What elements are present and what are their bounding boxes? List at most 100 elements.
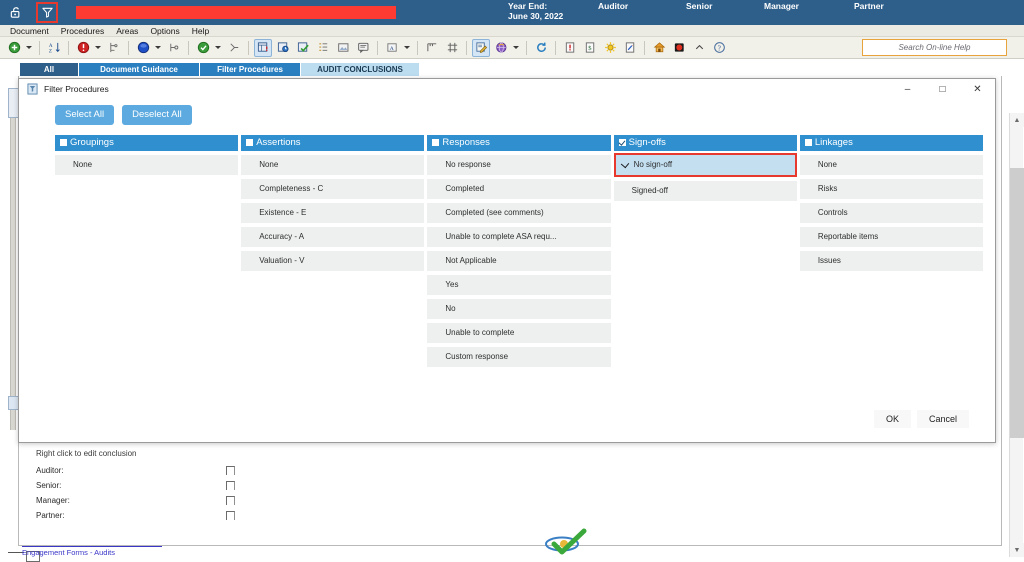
image-insert-icon[interactable] xyxy=(334,39,352,57)
add-new-dropdown-icon[interactable] xyxy=(24,39,33,57)
assertions-header-checkbox[interactable] xyxy=(246,139,253,146)
tab-audit-conclusions[interactable]: AUDIT CONCLUSIONS xyxy=(301,63,419,76)
conclusion-checkbox-partner[interactable] xyxy=(226,511,235,520)
help-question-icon[interactable]: ? xyxy=(710,39,728,57)
alert-error-icon[interactable] xyxy=(74,39,92,57)
tab-filter-procedures[interactable]: Filter Procedures xyxy=(200,63,300,76)
deselect-all-button[interactable]: Deselect All xyxy=(122,105,192,125)
scrollbar-thumb[interactable] xyxy=(1010,168,1024,438)
scroll-up-arrow-icon[interactable]: ▲ xyxy=(1010,113,1024,127)
approve-dropdown-icon[interactable] xyxy=(213,39,222,57)
option-linkages-controls[interactable]: Controls xyxy=(800,203,983,223)
vertical-scrollbar[interactable]: ▲ ▼ xyxy=(1009,113,1023,557)
banner-senior: Senior xyxy=(686,1,764,11)
dialog-maximize-button[interactable]: □ xyxy=(925,79,960,99)
tab-document-guidance[interactable]: Document Guidance xyxy=(79,63,199,76)
menu-item-help[interactable]: Help xyxy=(186,25,215,37)
collapse-chevron-icon[interactable] xyxy=(690,39,708,57)
toolbar-separator xyxy=(248,41,249,55)
edit-document-icon[interactable] xyxy=(472,39,490,57)
column-header-sign-offs[interactable]: Sign-offs xyxy=(614,135,797,151)
column-header-linkages[interactable]: Linkages xyxy=(800,135,983,151)
status-blue-circle-icon[interactable] xyxy=(134,39,152,57)
menu-item-areas[interactable]: Areas xyxy=(110,25,144,37)
scroll-down-arrow-icon[interactable]: ▼ xyxy=(1010,543,1024,557)
filter-funnel-icon[interactable] xyxy=(36,2,58,23)
alert-branch-icon[interactable] xyxy=(105,39,123,57)
option-responses-no-response[interactable]: No response xyxy=(427,155,610,175)
status-dropdown-icon[interactable] xyxy=(153,39,162,57)
globe-dropdown-icon[interactable] xyxy=(511,39,520,57)
option-assertions-existence[interactable]: Existence - E xyxy=(241,203,424,223)
menu-item-document[interactable]: Document xyxy=(4,25,55,37)
conclusion-checkbox-senior[interactable] xyxy=(226,481,235,490)
font-style-icon[interactable]: A xyxy=(383,39,401,57)
menu-item-procedures[interactable]: Procedures xyxy=(55,25,110,37)
comment-icon[interactable] xyxy=(354,39,372,57)
globe-web-icon[interactable] xyxy=(492,39,510,57)
sun-highlight-icon[interactable] xyxy=(601,39,619,57)
dialog-minimize-button[interactable]: – xyxy=(890,79,925,99)
option-responses-no[interactable]: No xyxy=(427,299,610,319)
column-header-assertions[interactable]: Assertions xyxy=(241,135,424,151)
alert-dropdown-icon[interactable] xyxy=(93,39,102,57)
refresh-icon[interactable] xyxy=(532,39,550,57)
option-linkages-reportable-items[interactable]: Reportable items xyxy=(800,227,983,247)
procedures-time-icon[interactable] xyxy=(274,39,292,57)
option-responses-not-applicable[interactable]: Not Applicable xyxy=(427,251,610,271)
menu-item-options[interactable]: Options xyxy=(144,25,185,37)
cancel-button[interactable]: Cancel xyxy=(917,410,969,428)
column-header-groupings[interactable]: Groupings xyxy=(55,135,238,151)
conclusion-row-manager: Manager: xyxy=(36,493,396,508)
option-responses-unable-to-complete[interactable]: Unable to complete xyxy=(427,323,610,343)
conclusion-checkbox-manager[interactable] xyxy=(226,496,235,505)
option-assertions-completeness[interactable]: Completeness - C xyxy=(241,179,424,199)
responses-header-checkbox[interactable] xyxy=(432,139,439,146)
tab-all[interactable]: All xyxy=(20,63,78,76)
option-sign-offs-signed-off[interactable]: Signed-off xyxy=(614,181,797,201)
option-responses-completed[interactable]: Completed xyxy=(427,179,610,199)
option-assertions-none[interactable]: None xyxy=(241,155,424,175)
unlock-icon[interactable] xyxy=(4,2,28,24)
option-assertions-valuation[interactable]: Valuation - V xyxy=(241,251,424,271)
document-alert-icon[interactable] xyxy=(561,39,579,57)
approve-branch-icon[interactable] xyxy=(225,39,243,57)
font-style-dropdown-icon[interactable] xyxy=(402,39,411,57)
document-edit-icon[interactable] xyxy=(621,39,639,57)
search-help-input[interactable]: Search On-line Help xyxy=(862,39,1007,56)
ok-button[interactable]: OK xyxy=(874,410,911,428)
option-sign-offs-no-sign-off[interactable]: No sign-off xyxy=(616,155,795,175)
option-responses-completed-comments[interactable]: Completed (see comments) xyxy=(427,203,610,223)
approve-check-icon[interactable] xyxy=(194,39,212,57)
ruler-top-icon[interactable] xyxy=(423,39,441,57)
linkages-header-checkbox[interactable] xyxy=(805,139,812,146)
dialog-title-bar[interactable]: Filter Procedures – □ ✕ xyxy=(19,79,995,99)
option-assertions-accuracy[interactable]: Accuracy - A xyxy=(241,227,424,247)
sort-az-icon[interactable]: AZ xyxy=(45,39,63,57)
dialog-close-button[interactable]: ✕ xyxy=(960,79,995,99)
option-linkages-none[interactable]: None xyxy=(800,155,983,175)
tree-outline-icon[interactable] xyxy=(314,39,332,57)
procedures-grid-icon[interactable] xyxy=(254,39,272,57)
option-responses-yes[interactable]: Yes xyxy=(427,275,610,295)
page-layout-icon[interactable] xyxy=(443,39,461,57)
conclusion-checkbox-auditor[interactable] xyxy=(226,466,235,475)
home-icon[interactable] xyxy=(650,39,668,57)
option-linkages-risks[interactable]: Risks xyxy=(800,179,983,199)
engagement-forms-link[interactable]: Engagement Forms - Audits xyxy=(22,546,162,557)
add-new-icon[interactable] xyxy=(5,39,23,57)
option-responses-unable-asa[interactable]: Unable to complete ASA requ... xyxy=(427,227,610,247)
select-all-button[interactable]: Select All xyxy=(55,105,114,125)
option-linkages-issues[interactable]: Issues xyxy=(800,251,983,271)
column-header-responses[interactable]: Responses xyxy=(427,135,610,151)
stop-record-icon[interactable] xyxy=(670,39,688,57)
option-groupings-none[interactable]: None xyxy=(55,155,238,175)
groupings-header-checkbox[interactable] xyxy=(60,139,67,146)
option-label: Reportable items xyxy=(818,232,878,241)
status-branch-icon[interactable] xyxy=(165,39,183,57)
column-header-label-groupings: Groupings xyxy=(70,137,114,148)
procedures-check-icon[interactable] xyxy=(294,39,312,57)
sign-offs-header-checkbox[interactable] xyxy=(619,139,626,146)
option-responses-custom[interactable]: Custom response xyxy=(427,347,610,367)
document-dollar-icon[interactable]: $ xyxy=(581,39,599,57)
